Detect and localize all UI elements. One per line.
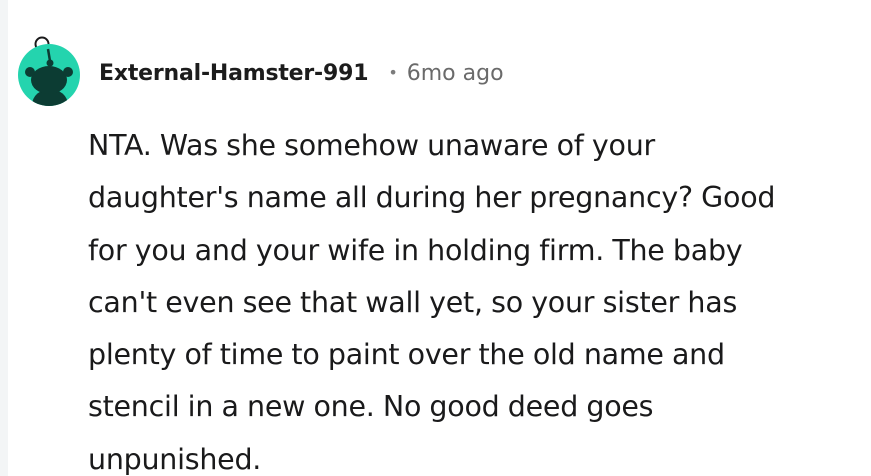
separator-dot: • (388, 62, 398, 82)
username-link[interactable]: External-Hamster-991 (99, 61, 369, 86)
comment-body-line: unpunished. (88, 442, 262, 476)
comment-header: External-Hamster-991 • 6mo ago (99, 56, 504, 90)
comment-body-line: plenty of time to paint over the old nam… (88, 338, 725, 372)
avatar[interactable] (17, 33, 81, 107)
comment: External-Hamster-991 • 6mo ago NTA. Was … (0, 0, 871, 476)
comment-body-line: for you and your wife in holding firm. T… (88, 233, 743, 267)
comment-body: NTA. Was she somehow unaware of your dau… (88, 120, 858, 476)
comment-body-line: daughter's name all during her pregnancy… (88, 181, 776, 215)
timestamp[interactable]: 6mo ago (407, 61, 504, 86)
comment-body-line: stencil in a new one. No good deed goes (88, 390, 654, 424)
comment-body-line: can't even see that wall yet, so your si… (88, 285, 738, 319)
comment-body-line: NTA. Was she somehow unaware of your (88, 129, 655, 162)
reddit-snoo-avatar-icon (18, 36, 80, 106)
comment-thread-rail[interactable] (0, 0, 8, 476)
